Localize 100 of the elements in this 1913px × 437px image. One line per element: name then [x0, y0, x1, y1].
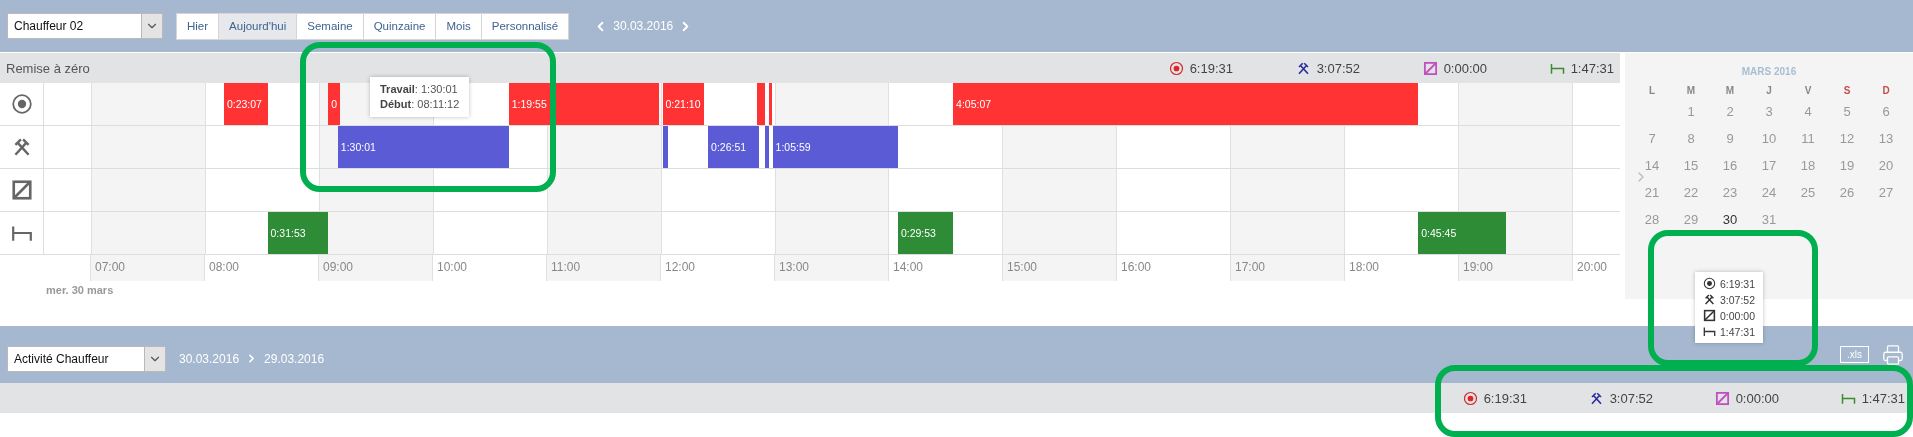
- calendar-day[interactable]: 25: [1788, 185, 1828, 204]
- tooltip-line: Début: 08:11:12: [380, 97, 460, 112]
- calendar-day[interactable]: 16: [1710, 158, 1750, 177]
- weekday-label: J: [1765, 85, 1773, 96]
- xls-export-button[interactable]: .xls: [1840, 346, 1869, 363]
- activity-bar[interactable]: 0:26:51: [708, 126, 760, 168]
- hour-label: 11:00: [549, 260, 581, 274]
- hour-label: 10:00: [435, 260, 467, 274]
- activity-bar[interactable]: 1:19:55: [508, 83, 659, 125]
- calendar-day[interactable]: 23: [1710, 185, 1750, 204]
- calendar-day[interactable]: 1: [1671, 104, 1711, 123]
- period-tab[interactable]: Mois: [435, 12, 482, 40]
- calendar-day[interactable]: 17: [1749, 158, 1789, 177]
- calendar-day[interactable]: 6: [1866, 104, 1906, 123]
- calendar-day[interactable]: 5: [1827, 104, 1867, 123]
- crossed-hammers-icon: [1703, 293, 1716, 306]
- wheel-icon: [1703, 277, 1716, 290]
- calendar-day[interactable]: 4: [1788, 104, 1828, 123]
- activity-bar[interactable]: 1:05:59: [772, 126, 898, 168]
- hour-label: 18:00: [1348, 260, 1379, 274]
- calendar-day[interactable]: 19: [1827, 158, 1867, 177]
- calendar-day[interactable]: 28: [1632, 212, 1672, 231]
- calendar-day[interactable]: 26: [1827, 185, 1867, 204]
- popup-value: 6:19:31: [1720, 277, 1756, 290]
- slashed-square-icon: [10, 179, 33, 201]
- calendar-day[interactable]: 24: [1749, 185, 1789, 204]
- hour-label: 16:00: [1120, 260, 1151, 274]
- period-tab[interactable]: Hier: [176, 12, 220, 40]
- calendar-day[interactable]: 15: [1671, 158, 1711, 177]
- hour-label: 17:00: [1234, 260, 1265, 274]
- hour-label: 19:00: [1462, 260, 1494, 274]
- calendar-day[interactable]: 13: [1866, 131, 1906, 150]
- total-value: 1:47:31: [1570, 60, 1614, 76]
- date-to: 29.03.2016: [264, 351, 325, 366]
- calendar-day[interactable]: 20: [1866, 158, 1906, 177]
- activity-bar[interactable]: 0: [328, 83, 340, 125]
- hour-label: 08:00: [207, 260, 239, 274]
- total-value: 0:00:00: [1735, 390, 1779, 406]
- weekday-label: M: [1724, 85, 1736, 96]
- calendar-day[interactable]: 29: [1671, 212, 1711, 231]
- activity-bar[interactable]: 4:05:07: [953, 83, 1419, 125]
- activity-bar[interactable]: [662, 126, 669, 168]
- tooltip-line: Travail: 1:30:01: [380, 82, 459, 97]
- total-value: 6:19:31: [1189, 60, 1233, 76]
- weekday-label: V: [1803, 85, 1813, 96]
- total-value: 0:00:00: [1443, 60, 1487, 76]
- weekday-label: L: [1647, 85, 1657, 96]
- hour-label: 20:00: [1576, 260, 1608, 274]
- slashed-square-icon: [1703, 309, 1716, 322]
- period-tab[interactable]: Semaine: [296, 12, 364, 40]
- calendar-day[interactable]: 22: [1671, 185, 1711, 204]
- hour-label: 13:00: [778, 260, 809, 274]
- activity-bar[interactable]: 0:23:07: [223, 83, 268, 125]
- total-value: 3:07:52: [1609, 390, 1653, 406]
- activity-bar[interactable]: 1:30:01: [337, 126, 509, 168]
- calendar-day[interactable]: 2: [1710, 104, 1750, 123]
- calendar-day[interactable]: 3: [1749, 104, 1789, 123]
- calendar-day[interactable]: 30: [1710, 212, 1750, 231]
- current-date: 30.03.2016: [613, 19, 674, 33]
- popup-value: 1:47:31: [1720, 325, 1756, 338]
- popup-value: 3:07:52: [1720, 293, 1756, 306]
- hour-label: 14:00: [892, 260, 923, 274]
- bed-icon: [1703, 325, 1716, 338]
- calendar-day[interactable]: 7: [1632, 131, 1672, 150]
- hour-label: 07:00: [93, 260, 125, 274]
- reset-label: Remise à zéro: [6, 60, 91, 76]
- hour-label: 09:00: [321, 260, 353, 274]
- date-from: 30.03.2016: [179, 351, 240, 366]
- weekday-label: M: [1685, 85, 1697, 96]
- calendar-day[interactable]: 31: [1749, 212, 1789, 231]
- calendar-day[interactable]: 8: [1671, 131, 1711, 150]
- activity-bar[interactable]: [757, 83, 766, 125]
- calendar-title: MARS 2016: [1741, 66, 1797, 77]
- hour-label: 15:00: [1006, 260, 1037, 274]
- print-icon[interactable]: [1882, 343, 1904, 366]
- period-tab[interactable]: Personnalisé: [480, 12, 570, 40]
- total-value: 3:07:52: [1316, 60, 1360, 76]
- activity-bar[interactable]: 0:29:53: [897, 212, 954, 254]
- wheel-icon: [10, 93, 33, 115]
- activity-bar[interactable]: [768, 83, 772, 125]
- calendar-day[interactable]: 11: [1788, 131, 1828, 150]
- calendar-day[interactable]: 9: [1710, 131, 1750, 150]
- calendar-day[interactable]: 12: [1827, 131, 1867, 150]
- calendar-day[interactable]: 21: [1632, 185, 1672, 204]
- calendar-day[interactable]: 18: [1788, 158, 1828, 177]
- activity-bar[interactable]: 0:31:53: [267, 212, 329, 254]
- day-label: mer. 30 mars: [46, 284, 114, 296]
- total-value: 6:19:31: [1483, 390, 1527, 406]
- weekday-label: S: [1842, 85, 1852, 96]
- total-value: 1:47:31: [1861, 390, 1905, 406]
- period-tab[interactable]: Aujourd'hui: [218, 12, 298, 40]
- calendar-day[interactable]: 27: [1866, 185, 1906, 204]
- period-tab[interactable]: Quinzaine: [362, 12, 437, 40]
- activity-bar[interactable]: 0:45:45: [1418, 212, 1506, 254]
- popup-value: 0:00:00: [1720, 309, 1756, 322]
- calendar-day[interactable]: 14: [1632, 158, 1672, 177]
- hour-label: 12:00: [663, 260, 695, 274]
- activity-bar[interactable]: 0:21:10: [662, 83, 705, 125]
- calendar-day[interactable]: 10: [1749, 131, 1789, 150]
- weekday-label: D: [1881, 85, 1891, 96]
